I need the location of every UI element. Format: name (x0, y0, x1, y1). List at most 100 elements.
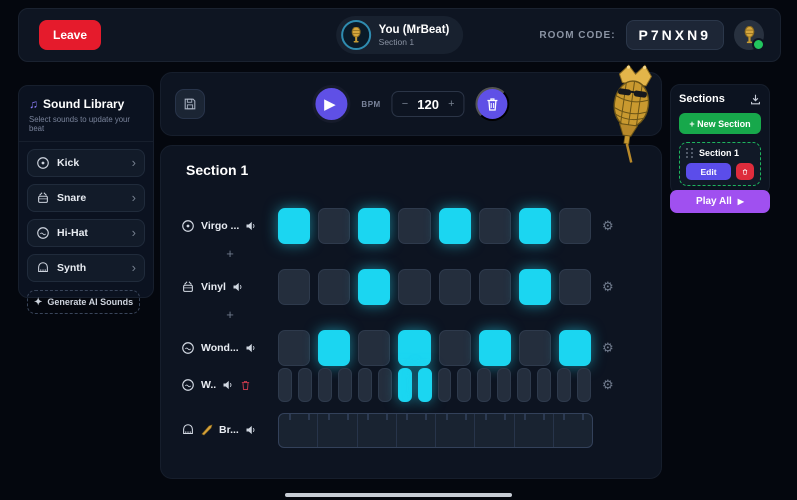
strip-segment[interactable] (554, 414, 592, 447)
current-user-chip[interactable]: You (MrBeat) Section 1 (335, 16, 464, 54)
new-section-button[interactable]: + New Section (679, 113, 761, 134)
step-cell[interactable] (558, 330, 591, 366)
step-cell[interactable] (518, 269, 551, 305)
strip-segment[interactable] (475, 414, 515, 447)
bpm-increase-button[interactable]: + (448, 98, 454, 110)
step-cell[interactable] (278, 208, 311, 244)
clear-beat-button[interactable] (475, 87, 510, 121)
step-cell[interactable] (557, 368, 572, 402)
step-cell[interactable] (577, 368, 591, 402)
leave-button[interactable]: Leave (39, 20, 102, 50)
step-cell[interactable] (278, 330, 311, 366)
delete-row-icon[interactable] (240, 380, 251, 391)
generate-ai-sounds-button[interactable]: ✦ Generate AI Sounds (27, 290, 141, 314)
step-cell[interactable] (518, 330, 551, 366)
profile-avatar[interactable] (734, 20, 765, 51)
step-cell[interactable] (478, 330, 511, 366)
step-cell[interactable] (478, 208, 511, 244)
speaker-icon[interactable] (222, 379, 234, 391)
sidebar-item-synth[interactable]: Synth › (27, 254, 145, 282)
bpm-decrease-button[interactable]: − (402, 98, 408, 110)
add-subdivision-button[interactable]: + (223, 246, 237, 261)
strip-tick (346, 414, 349, 420)
add-subdivision-button[interactable]: + (223, 307, 237, 322)
step-cell[interactable] (438, 330, 471, 366)
gear-icon[interactable]: ⚙ (602, 340, 614, 356)
step-cell[interactable] (278, 368, 292, 402)
step-cell[interactable] (537, 368, 552, 402)
step-cell[interactable] (398, 208, 431, 244)
step-cell[interactable] (317, 368, 332, 402)
step-cell[interactable] (337, 368, 352, 402)
gear-icon[interactable]: ⚙ (602, 377, 614, 393)
strip-tick (327, 414, 330, 420)
speaker-icon[interactable] (245, 424, 257, 436)
step-cell[interactable] (517, 368, 532, 402)
step-cell[interactable] (278, 269, 311, 305)
sidebar-item-kick[interactable]: Kick › (27, 149, 145, 177)
sidebar-item-label: Snare (57, 192, 87, 204)
step-cell[interactable] (358, 208, 391, 244)
step-cell[interactable] (397, 368, 412, 402)
step-cell[interactable] (357, 368, 372, 402)
step-cell[interactable] (477, 368, 492, 402)
track-name: Virgo ... (201, 220, 240, 232)
chevron-right-icon: › (131, 260, 136, 275)
strip-tick (503, 414, 506, 420)
step-cell[interactable] (437, 368, 452, 402)
step-cell[interactable] (318, 208, 351, 244)
sidebar-item-hihat[interactable]: Hi-Hat › (27, 219, 145, 247)
track-label-group: W.. (181, 378, 277, 392)
step-cell[interactable] (398, 269, 431, 305)
sidebar-item-snare[interactable]: Snare › (27, 184, 145, 212)
step-cell[interactable] (438, 208, 471, 244)
step-cell[interactable] (558, 208, 591, 244)
section-card[interactable]: Section 1 Edit (679, 142, 761, 186)
strip-segment[interactable] (436, 414, 476, 447)
step-cell[interactable] (318, 269, 351, 305)
sidebar-item-label: Synth (57, 262, 87, 274)
trash-icon (487, 97, 498, 111)
gear-icon[interactable]: ⚙ (602, 279, 614, 295)
strip-segment[interactable] (279, 414, 319, 447)
transport-controls: ▶ BPM − 120 + (312, 85, 510, 123)
step-cell[interactable] (417, 368, 432, 402)
track-row-wond: Wond... ⚙ (161, 330, 661, 366)
step-cell[interactable] (358, 269, 391, 305)
step-cell[interactable] (438, 269, 471, 305)
step-cell[interactable] (318, 330, 351, 366)
drag-handle-icon[interactable] (686, 148, 694, 158)
gear-icon[interactable]: ⚙ (602, 218, 614, 234)
save-button[interactable] (175, 89, 205, 119)
bpm-value: 120 (417, 96, 439, 112)
speaker-icon[interactable] (232, 281, 244, 293)
strip-tick (425, 414, 428, 420)
edit-section-button[interactable]: Edit (686, 163, 731, 180)
step-cell[interactable] (398, 330, 431, 366)
speaker-icon[interactable] (245, 342, 257, 354)
strip-segment[interactable] (397, 414, 436, 447)
track-label-group: Vinyl (181, 280, 277, 294)
step-cell[interactable] (377, 368, 392, 402)
play-all-button[interactable]: Play All ▶ (670, 190, 770, 213)
step-cell[interactable] (358, 330, 391, 366)
sample-strip[interactable] (278, 413, 593, 448)
step-cell[interactable] (457, 368, 472, 402)
room-code-value[interactable]: P7NXN9 (625, 20, 724, 50)
play-button[interactable]: ▶ (312, 85, 351, 123)
section-title: Section 1 (186, 162, 249, 178)
speaker-icon[interactable] (245, 220, 257, 232)
strip-tick (386, 414, 389, 420)
step-cell[interactable] (558, 269, 591, 305)
strip-segment[interactable] (358, 414, 397, 447)
step-cell[interactable] (518, 208, 551, 244)
strip-tick (563, 414, 566, 420)
step-cell[interactable] (497, 368, 512, 402)
strip-segment[interactable] (515, 414, 554, 447)
step-cell[interactable] (297, 368, 312, 402)
download-icon[interactable] (750, 94, 761, 105)
strip-segment[interactable] (318, 414, 358, 447)
hihat-icon (182, 379, 194, 391)
step-cell[interactable] (478, 269, 511, 305)
delete-section-button[interactable] (736, 163, 754, 180)
